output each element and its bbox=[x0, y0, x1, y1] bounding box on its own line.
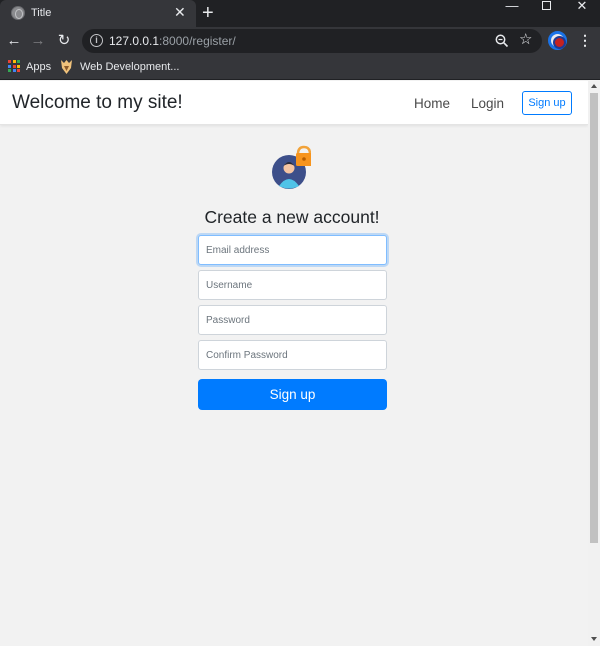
url-host: 127.0.0.1 bbox=[109, 34, 160, 48]
email-field[interactable] bbox=[198, 235, 387, 265]
page-scrollbar[interactable] bbox=[588, 81, 600, 646]
close-icon[interactable]: ✕ bbox=[174, 4, 186, 20]
back-arrow-icon[interactable]: ← bbox=[4, 31, 24, 51]
bookmark-apps[interactable]: Apps bbox=[26, 61, 51, 73]
url-path: :8000/register/ bbox=[159, 34, 236, 48]
address-bar[interactable]: i 127.0.0.1:8000/register/ ☆ bbox=[82, 29, 542, 53]
nav-home-link[interactable]: Home bbox=[414, 96, 450, 111]
bookmark-web-development[interactable]: Web Development... bbox=[80, 61, 179, 73]
zoom-icon[interactable] bbox=[494, 33, 510, 49]
site-brand[interactable]: Welcome to my site! bbox=[12, 92, 183, 114]
bookmark-favicon bbox=[61, 60, 72, 74]
tab-title: Title bbox=[31, 7, 52, 19]
form-title: Create a new account! bbox=[204, 207, 380, 227]
scroll-up-arrow-icon[interactable] bbox=[591, 84, 597, 88]
confirm-password-field[interactable] bbox=[198, 340, 387, 370]
menu-icon[interactable]: ⋮ bbox=[578, 30, 592, 50]
browser-tab[interactable]: Title ✕ bbox=[0, 0, 196, 27]
bookmarks-bar: Apps Web Development... bbox=[0, 54, 600, 80]
profile-icon[interactable] bbox=[548, 31, 567, 50]
page-viewport: Welcome to my site! Home Login Sign up C… bbox=[0, 81, 588, 646]
url-text[interactable]: 127.0.0.1:8000/register/ bbox=[109, 34, 236, 48]
info-icon[interactable]: i bbox=[90, 34, 103, 47]
signup-submit-button[interactable]: Sign up bbox=[198, 379, 387, 410]
site-navbar: Welcome to my site! Home Login Sign up bbox=[0, 81, 588, 125]
scroll-down-arrow-icon[interactable] bbox=[591, 637, 597, 641]
maximize-icon[interactable] bbox=[528, 0, 564, 27]
nav-login-link[interactable]: Login bbox=[471, 96, 504, 111]
browser-tab-strip: Title ✕ + — ✕ bbox=[0, 0, 600, 27]
scrollbar-thumb[interactable] bbox=[590, 93, 598, 543]
apps-grid-icon[interactable] bbox=[8, 60, 20, 72]
reload-icon[interactable]: ↻ bbox=[54, 31, 74, 51]
user-lock-avatar-icon bbox=[272, 145, 311, 189]
globe-icon bbox=[11, 6, 25, 20]
plus-icon[interactable]: + bbox=[202, 1, 214, 25]
password-field[interactable] bbox=[198, 305, 387, 335]
browser-toolbar: ← → ↻ i 127.0.0.1:8000/register/ ☆ ⋮ bbox=[0, 27, 600, 54]
nav-signup-button[interactable]: Sign up bbox=[522, 91, 572, 115]
forward-arrow-icon[interactable]: → bbox=[28, 31, 48, 51]
username-field[interactable] bbox=[198, 270, 387, 300]
minimize-icon[interactable]: — bbox=[494, 0, 530, 27]
star-icon[interactable]: ☆ bbox=[519, 31, 532, 49]
window-close-icon[interactable]: ✕ bbox=[564, 0, 600, 27]
